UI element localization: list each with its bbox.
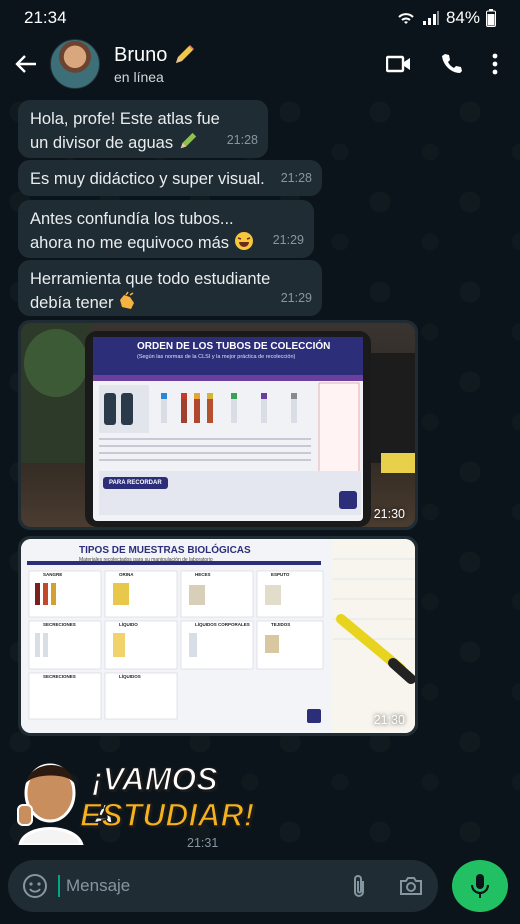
message-text: Antes confundía los tubos...	[30, 210, 234, 228]
section-label: ESPUTO	[271, 572, 290, 577]
message-text: Herramienta que todo estudiante	[30, 270, 271, 288]
status-time: 21:34	[24, 8, 67, 27]
message-text: un divisor de aguas	[30, 134, 174, 152]
section-label: HECES	[195, 572, 211, 577]
more-options-icon[interactable]	[492, 53, 498, 75]
signal-icon	[422, 11, 439, 25]
section-label: LÍQUIDO	[119, 622, 138, 627]
status-icons: 84%	[396, 8, 496, 28]
message-text: ahora no me equivoco más	[30, 234, 230, 252]
message-composer	[8, 860, 438, 912]
message-time: 21:31	[187, 836, 219, 850]
poster-title: TIPOS DE MUESTRAS BIOLÓGICAS	[79, 545, 251, 556]
message-text: Es muy didáctico y super visual.	[30, 170, 265, 188]
arrow-left-icon	[15, 55, 36, 73]
message-bubble[interactable]: Herramienta que todo estudiante debía te…	[18, 260, 322, 316]
battery-percent: 84%	[445, 8, 480, 27]
contact-status: en línea	[114, 68, 164, 85]
video-call-icon[interactable]	[386, 54, 412, 74]
wifi-icon	[398, 13, 414, 24]
message-input[interactable]	[58, 875, 348, 897]
message-time: 21:28	[280, 171, 312, 185]
message-time: 21:30	[373, 507, 405, 521]
image-message[interactable]: TIPOS DE MUESTRAS BIOLÓGICAS Materiales …	[18, 536, 418, 736]
message-bubble[interactable]: Hola, profe! Este atlas fue un divisor d…	[18, 100, 268, 158]
message-text: debía tener	[30, 294, 114, 312]
back-button[interactable]	[12, 50, 40, 78]
voice-message-button[interactable]	[452, 860, 508, 912]
section-label: LÍQUIDOS	[119, 674, 141, 679]
camera-icon[interactable]	[398, 875, 424, 897]
attach-icon[interactable]	[348, 873, 370, 899]
clapping-hands-emoji-icon	[120, 291, 135, 309]
status-bar: 21:34 84%	[0, 0, 520, 36]
pencil-emoji-icon	[180, 132, 196, 149]
message-time: 21:29	[272, 233, 304, 247]
battery-icon	[486, 9, 496, 27]
pencil-emoji-icon	[176, 45, 195, 63]
message-bubble[interactable]: Es muy didáctico y super visual. 21:28	[18, 160, 322, 196]
message-time: 21:30	[373, 713, 405, 727]
tubes-illustration	[99, 382, 361, 515]
contact-info[interactable]: Bruno en línea	[114, 44, 386, 85]
laughing-emoji-icon	[234, 232, 253, 250]
chat-header: Bruno en línea	[0, 36, 520, 92]
section-label: TEJIDOS	[271, 622, 291, 627]
message-text: Hola, profe! Este atlas fue	[30, 110, 220, 128]
sticker-text-line2: ESTUDIAR!	[79, 796, 255, 834]
section-label: SANGRE	[43, 572, 63, 577]
image-message[interactable]: ORDEN DE LOS TUBOS DE COLECCIÓN (Según l…	[18, 320, 418, 530]
microphone-icon	[470, 874, 490, 898]
sticker-message[interactable]: ¡VAMOS A ESTUDIAR!	[10, 745, 255, 847]
chat-area[interactable]: Hola, profe! Este atlas fue un divisor d…	[0, 92, 520, 852]
photo-background	[21, 539, 415, 733]
message-bubble[interactable]: Antes confundía los tubos... ahora no me…	[18, 200, 314, 258]
poster-subtitle: Materiales recolectados para su manipula…	[79, 557, 213, 563]
message-time: 21:29	[280, 291, 312, 305]
contact-name: Bruno	[114, 43, 168, 66]
photo-samples-poster[interactable]: TIPOS DE MUESTRAS BIOLÓGICAS Materiales …	[21, 539, 415, 733]
phone-call-icon[interactable]	[440, 52, 464, 76]
photo-tablet-poster[interactable]: ORDEN DE LOS TUBOS DE COLECCIÓN (Según l…	[21, 323, 415, 527]
message-time: 21:28	[226, 133, 258, 147]
section-label: SECRECIONES	[43, 622, 76, 627]
section-label: ORINA	[119, 572, 134, 577]
poster-button: PARA RECORDAR	[103, 477, 168, 489]
emoji-icon[interactable]	[22, 873, 48, 899]
section-label: LÍQUIDOS CORPORALES	[195, 622, 250, 627]
section-label: SECRECIONES	[43, 674, 76, 679]
avatar[interactable]	[50, 39, 100, 89]
